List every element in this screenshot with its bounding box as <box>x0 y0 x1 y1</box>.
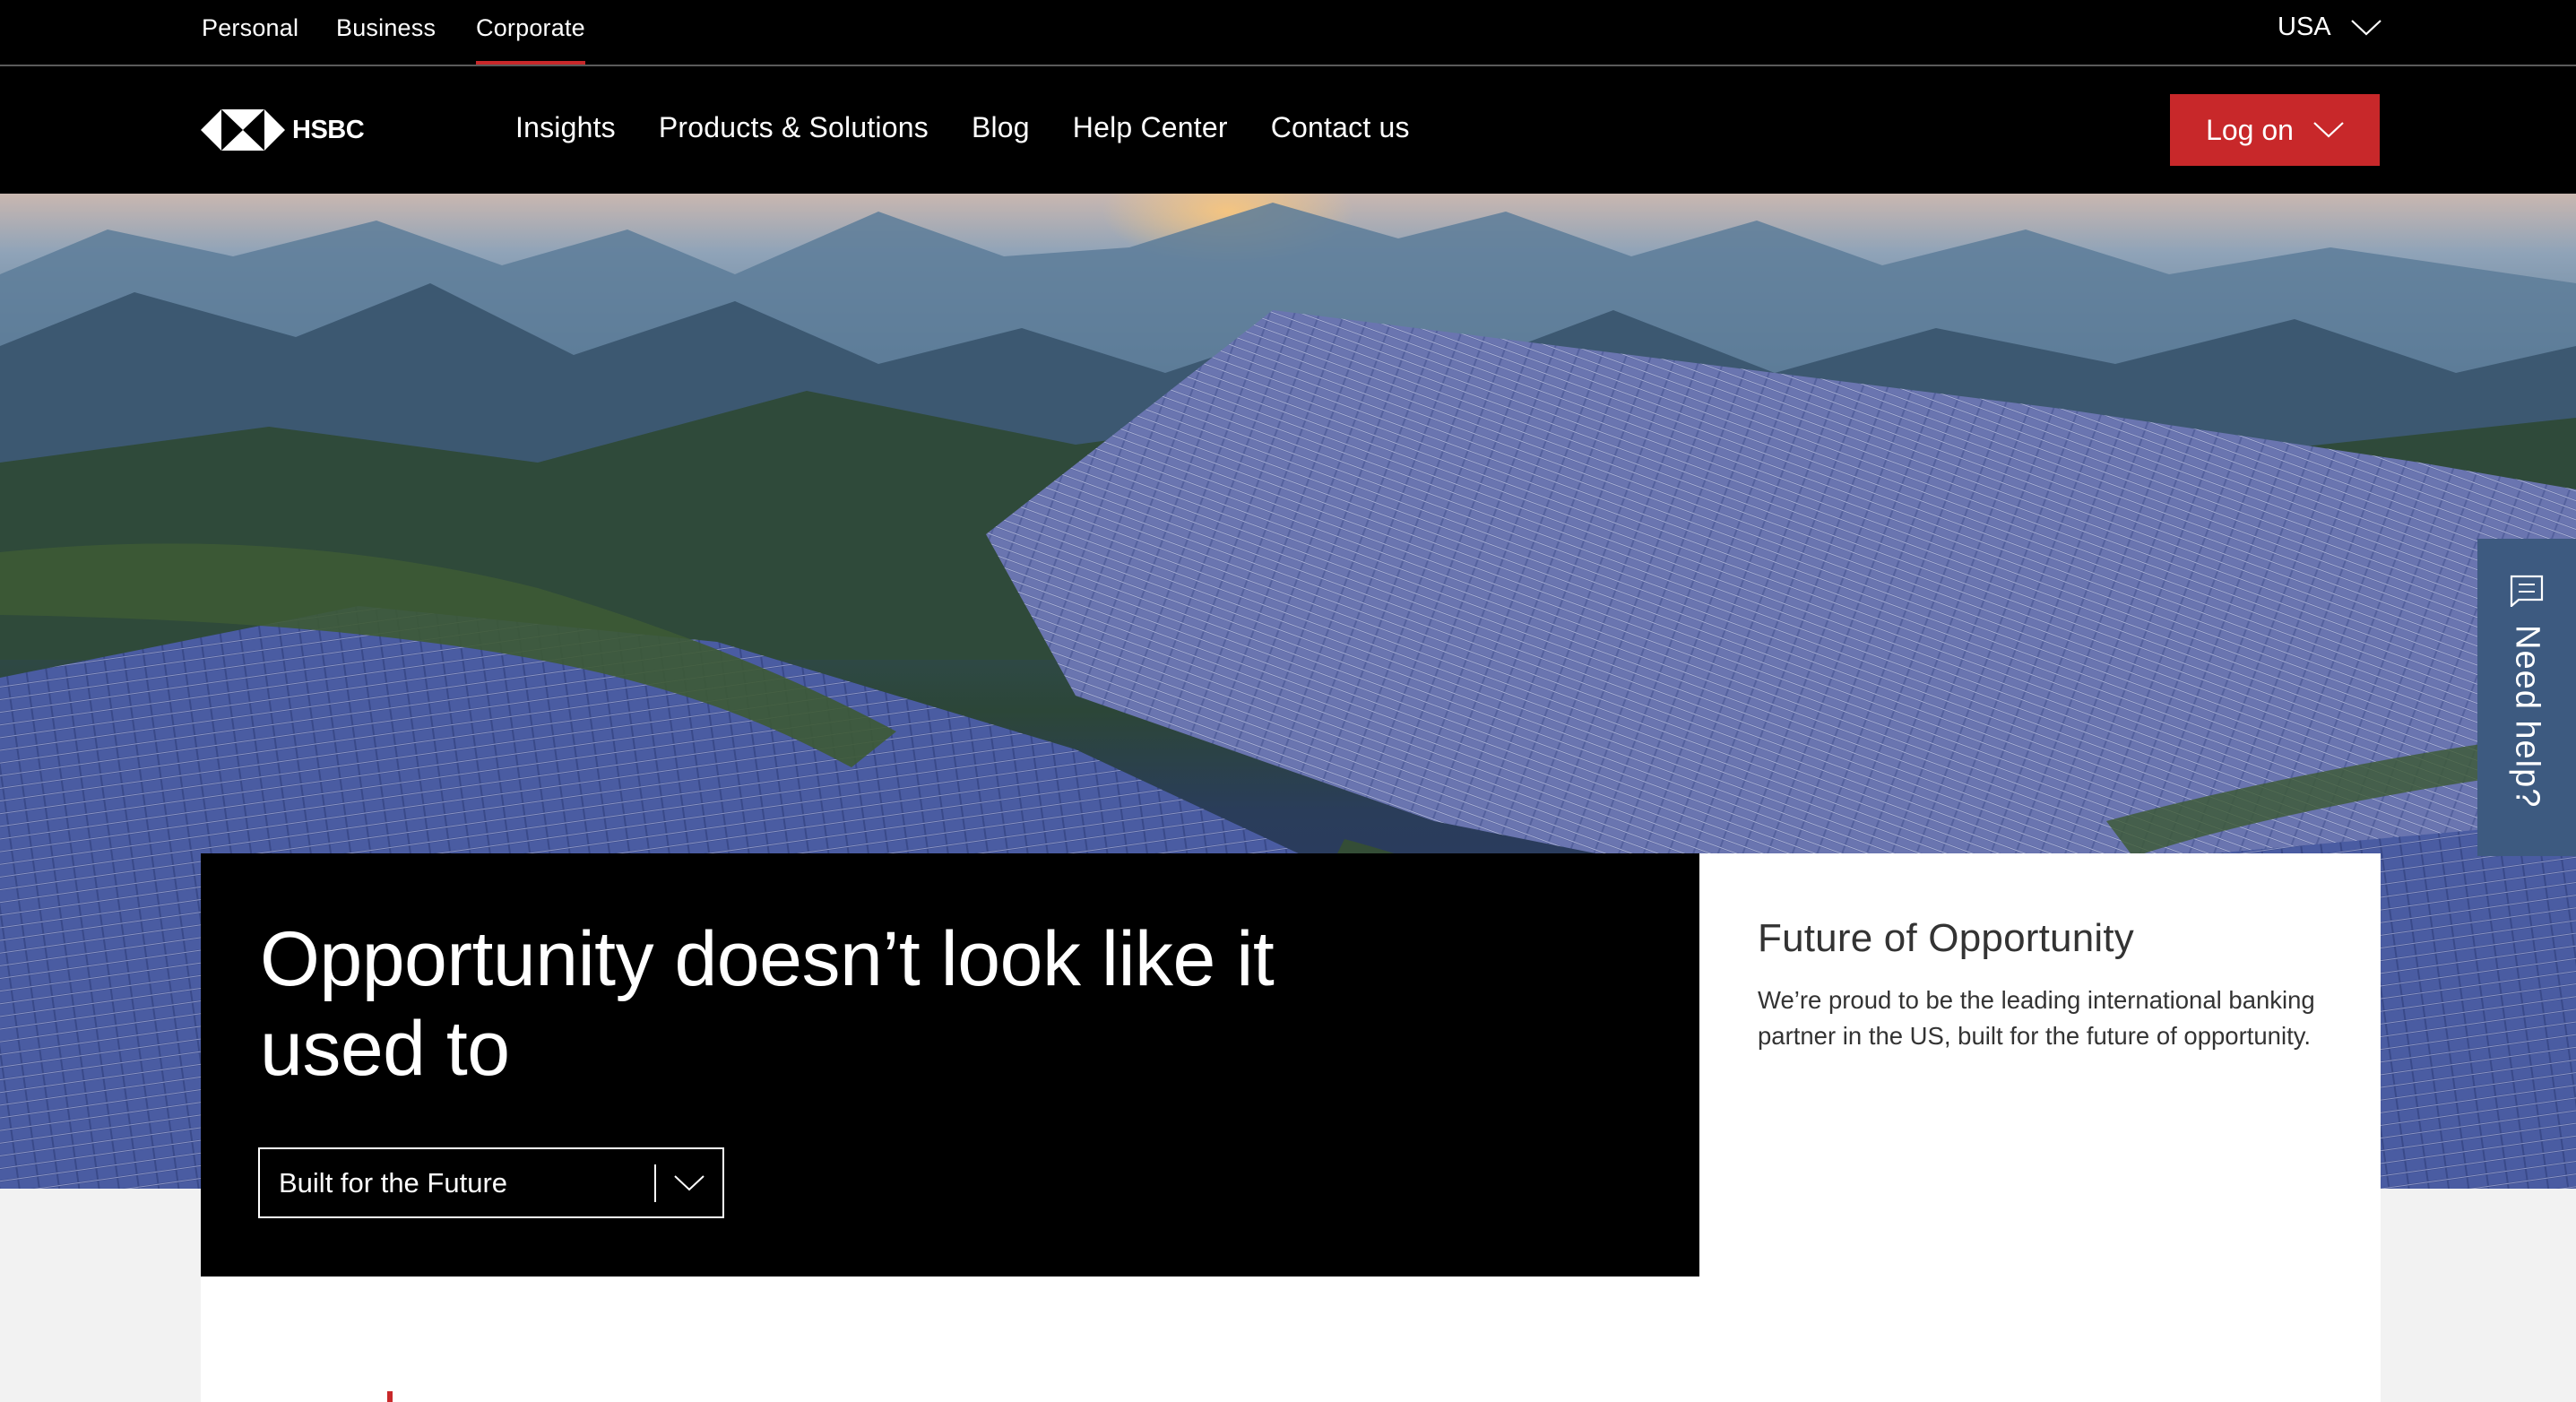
chevron-down-icon <box>674 1174 705 1190</box>
country-label: USA <box>2278 13 2331 41</box>
log-on-label: Log on <box>2206 113 2294 146</box>
dropdown-divider <box>654 1164 656 1202</box>
card-title: Future of Opportunity <box>1758 916 2134 960</box>
nav-products-solutions[interactable]: Products & Solutions <box>659 111 929 144</box>
country-selector[interactable]: USA <box>2278 13 2382 42</box>
card-body: We’re proud to be the leading internatio… <box>1758 986 2315 1050</box>
segment-corporate[interactable]: Corporate <box>476 14 585 65</box>
primary-nav: Insights Products & Solutions Blog Help … <box>515 111 1410 144</box>
nav-help-center[interactable]: Help Center <box>1073 111 1228 144</box>
nav-blog[interactable]: Blog <box>972 111 1030 144</box>
dropdown-value: Built for the Future <box>279 1166 508 1199</box>
hsbc-logo[interactable]: HSBC <box>201 109 365 151</box>
segment-bar: Personal Business Corporate USA <box>0 0 2576 66</box>
segment-business[interactable]: Business <box>336 14 436 42</box>
chevron-down-icon <box>2313 122 2344 138</box>
chevron-down-icon <box>2350 19 2382 36</box>
need-help-label: Need help? <box>2508 625 2546 809</box>
info-card: Future of Opportunity We’re proud to be … <box>1699 853 2381 1277</box>
log-on-button[interactable]: Log on <box>2170 94 2380 166</box>
segment-personal[interactable]: Personal <box>202 14 298 42</box>
hero-headline: Opportunity doesn’t look like it used to <box>260 916 1275 1092</box>
hsbc-hexagon-logo-icon <box>201 109 285 151</box>
hero-headline-panel: Opportunity doesn’t look like it used to… <box>201 853 1699 1277</box>
section-accent-bar <box>387 1391 393 1402</box>
nav-insights[interactable]: Insights <box>515 111 616 144</box>
chat-icon <box>2510 575 2544 607</box>
logo-wordmark: HSBC <box>292 115 365 144</box>
need-help-tab[interactable]: Need help? <box>2477 539 2576 856</box>
topic-dropdown[interactable]: Built for the Future <box>258 1147 724 1218</box>
main-header: HSBC Insights Products & Solutions Blog … <box>0 66 2576 194</box>
nav-contact-us[interactable]: Contact us <box>1271 111 1410 144</box>
